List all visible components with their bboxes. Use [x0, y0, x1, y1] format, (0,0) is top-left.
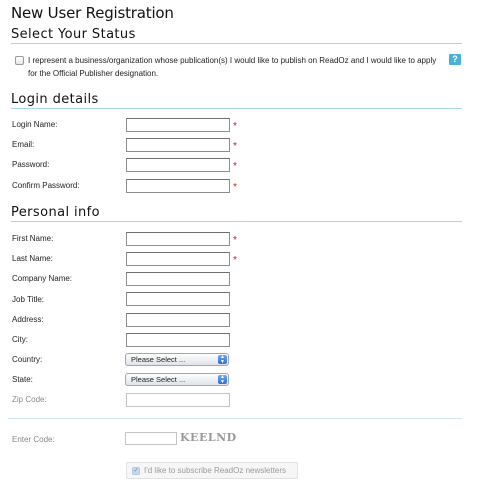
email-label: Email: — [12, 140, 35, 149]
page-title: New User Registration — [11, 4, 174, 22]
section-divider — [11, 221, 462, 222]
required-marker: * — [233, 161, 237, 172]
city-input[interactable] — [126, 333, 230, 347]
required-marker: * — [233, 121, 237, 132]
first-name-input[interactable] — [126, 232, 230, 246]
country-select[interactable]: Please Select ... ▲ ▼ — [125, 353, 229, 366]
newsletter-option[interactable]: ✓ I'd like to subscribe ReadOz newslette… — [126, 462, 298, 479]
zip-code-label: Zip Code: — [12, 395, 47, 404]
address-input[interactable] — [126, 313, 230, 327]
personal-section-heading: Personal info — [11, 205, 100, 220]
chevron-updown-icon: ▲ ▼ — [218, 355, 227, 364]
email-input[interactable] — [126, 138, 230, 152]
section-divider — [11, 108, 462, 109]
login-section-heading: Login details — [11, 92, 99, 107]
state-select-value: Please Select ... — [131, 375, 186, 384]
last-name-input[interactable] — [126, 252, 230, 266]
publisher-status-checkbox[interactable] — [15, 56, 24, 65]
login-name-label: Login Name: — [12, 120, 58, 129]
state-label: State: — [12, 375, 33, 384]
first-name-label: First Name: — [12, 234, 54, 243]
captcha-input[interactable] — [125, 432, 177, 445]
state-select[interactable]: Please Select ... ▲ ▼ — [125, 373, 229, 386]
login-name-input[interactable] — [126, 118, 230, 132]
password-label: Password: — [12, 160, 50, 169]
required-marker: * — [233, 255, 237, 266]
password-input[interactable] — [126, 158, 230, 172]
country-select-value: Please Select ... — [131, 355, 186, 364]
required-marker: * — [233, 182, 237, 193]
zip-code-input[interactable] — [126, 393, 230, 407]
confirm-password-input[interactable] — [126, 179, 230, 193]
newsletter-label: I'd like to subscribe ReadOz newsletters — [144, 466, 287, 475]
city-label: City: — [12, 335, 28, 344]
status-section-heading: Select Your Status — [11, 27, 136, 42]
job-title-input[interactable] — [126, 292, 230, 306]
address-label: Address: — [12, 315, 44, 324]
publisher-status-text: I represent a business/organization whos… — [28, 56, 437, 78]
required-marker: * — [233, 235, 237, 246]
newsletter-checkbox[interactable]: ✓ — [132, 467, 140, 475]
chevron-updown-icon: ▲ ▼ — [218, 375, 227, 384]
company-name-input[interactable] — [126, 272, 230, 286]
section-divider — [8, 418, 462, 419]
help-icon[interactable]: ? — [449, 54, 461, 65]
captcha-image: KEELND — [180, 431, 237, 444]
last-name-label: Last Name: — [12, 254, 53, 263]
job-title-label: Job Title: — [12, 295, 45, 304]
confirm-password-label: Confirm Password: — [12, 181, 80, 190]
captcha-label: Enter Code: — [12, 435, 55, 444]
required-marker: * — [233, 141, 237, 152]
country-label: Country: — [12, 355, 43, 364]
section-divider — [11, 43, 462, 44]
company-name-label: Company Name: — [12, 274, 73, 283]
